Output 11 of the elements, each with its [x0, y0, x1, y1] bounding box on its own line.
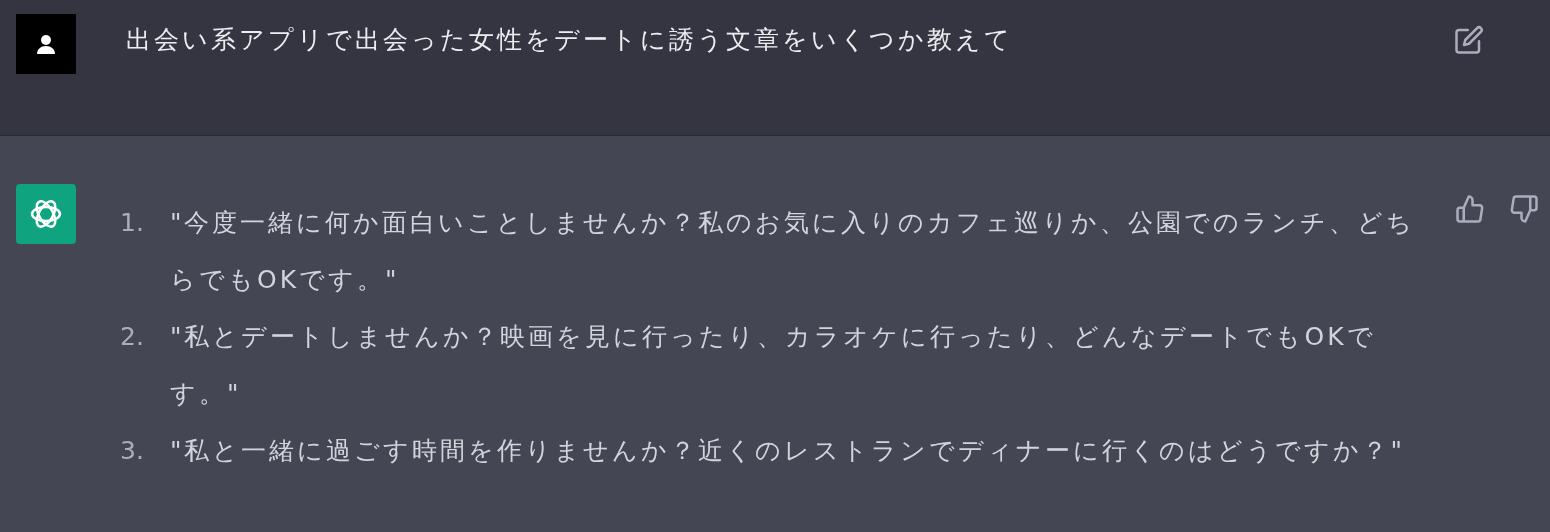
list-number: 2.	[120, 321, 145, 353]
list-number: 3.	[120, 435, 145, 467]
person-icon	[34, 32, 58, 56]
list-number: 1.	[120, 207, 145, 239]
list-item-text: "私とデートしませんか？映画を見に行ったり、カラオケに行ったり、どんなデートでもOKです。"	[170, 321, 1377, 410]
list-item-text: "私と一緒に過ごす時間を作りませんか？近くのレストランでディナーに行くのはどうですか？"	[170, 435, 1406, 467]
thumbs-down-icon[interactable]	[1509, 194, 1539, 224]
edit-icon[interactable]	[1454, 25, 1484, 55]
user-message: 出会い系アプリで出会った女性をデートに誘う文章をいくつか教えて	[126, 24, 1014, 56]
thumbs-up-icon[interactable]	[1455, 194, 1485, 224]
list-item-text: "今度一緒に何か面白いことしませんか？私のお気に入りのカフェ巡りか、公園でのランチ、どちらでもOKです。"	[170, 207, 1417, 296]
